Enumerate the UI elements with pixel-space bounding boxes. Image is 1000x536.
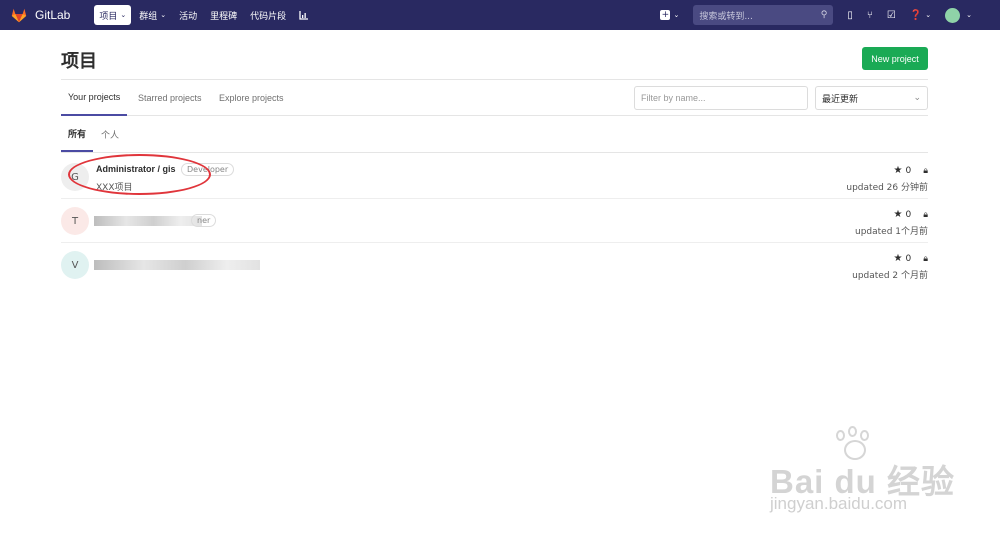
project-avatar: T bbox=[61, 207, 89, 235]
star-count: 0 bbox=[905, 165, 912, 176]
plus-square-icon: + bbox=[660, 10, 671, 20]
star-count: 0 bbox=[905, 209, 912, 220]
user-menu-button[interactable]: ⌄ bbox=[945, 0, 972, 30]
redacted-project-name bbox=[94, 216, 202, 226]
search-input[interactable]: 搜索或转到... ⚲ bbox=[693, 5, 834, 25]
search-icon: ⚲ bbox=[820, 10, 828, 20]
nav-snippets-label: 代码片段 bbox=[250, 11, 287, 22]
sort-label: 最近更新 bbox=[822, 94, 859, 105]
updated-time: updated 2 个月前 bbox=[852, 271, 928, 281]
nav-milestones-label: 里程碑 bbox=[210, 11, 238, 22]
project-stats: ★ 0 🔒︎ bbox=[894, 253, 929, 264]
brand-name: GitLab bbox=[35, 8, 71, 22]
project-row[interactable]: T ner ★ 0 🔒︎ updated 1个月前 bbox=[61, 199, 928, 243]
annotation-circle bbox=[68, 154, 211, 195]
role-badge: ner bbox=[191, 214, 217, 227]
watermark-url: jingyan.baidu.com bbox=[770, 494, 908, 513]
nav-snippets[interactable]: 代码片段 bbox=[245, 5, 291, 25]
tab-your-projects[interactable]: Your projects bbox=[61, 80, 128, 116]
chevron-down-icon: ⌄ bbox=[966, 11, 972, 19]
tab-personal[interactable]: 个人 bbox=[101, 116, 119, 152]
page-title: 项目 bbox=[61, 51, 97, 72]
projects-tabs: Your projects Starred projects Explore p… bbox=[61, 79, 928, 116]
nav-milestones[interactable]: 里程碑 bbox=[205, 5, 242, 25]
tab-starred-projects[interactable]: Starred projects bbox=[138, 80, 202, 116]
search-placeholder: 搜索或转到... bbox=[699, 11, 753, 22]
lock-icon: 🔒︎ bbox=[923, 209, 928, 220]
project-stats: ★ 0 🔒︎ bbox=[894, 209, 929, 220]
star-icon: ★ bbox=[893, 165, 903, 176]
chevron-down-icon: ⌄ bbox=[120, 11, 127, 19]
tab-explore-projects[interactable]: Explore projects bbox=[219, 80, 284, 116]
new-dropdown-button[interactable]: + ⌄ bbox=[660, 0, 679, 30]
chevron-down-icon: ⌄ bbox=[913, 93, 921, 103]
nav-projects[interactable]: 项目 ⌄ bbox=[94, 5, 132, 25]
star-icon: ★ bbox=[893, 253, 903, 264]
project-avatar: V bbox=[61, 251, 89, 279]
lock-icon: 🔒︎ bbox=[923, 253, 928, 264]
star-count: 0 bbox=[905, 253, 912, 264]
redacted-project-name bbox=[94, 260, 260, 270]
updated-time: updated 26 分钟前 bbox=[846, 183, 928, 193]
project-stats: ★ 0 🔒︎ bbox=[894, 165, 929, 176]
navbar-right: + ⌄ 搜索或转到... ⚲ ▯ ⑂ ☑ ❓ ⌄ ⌄ bbox=[660, 0, 1000, 30]
todos-icon[interactable]: ☑ bbox=[887, 0, 896, 30]
help-dropdown-button[interactable]: ❓ ⌄ bbox=[910, 0, 931, 30]
tanuki-icon bbox=[11, 8, 27, 23]
nav-projects-label: 项目 bbox=[99, 11, 118, 22]
chevron-down-icon: ⌄ bbox=[673, 11, 680, 19]
star-icon: ★ bbox=[893, 209, 903, 220]
help-icon: ❓ bbox=[909, 9, 923, 21]
lock-icon: 🔒︎ bbox=[923, 165, 928, 176]
chevron-down-icon: ⌄ bbox=[160, 11, 167, 19]
nav-activity[interactable]: 活动 bbox=[174, 5, 202, 25]
analytics-icon[interactable] bbox=[294, 5, 314, 25]
tab-all[interactable]: 所有 bbox=[61, 116, 94, 152]
updated-time: updated 1个月前 bbox=[854, 227, 928, 237]
baidu-watermark: Bai du 经验 jingyan.baidu.com bbox=[770, 426, 960, 520]
new-project-button[interactable]: New project bbox=[862, 47, 928, 70]
main-nav: 项目 ⌄ 群组 ⌄ 活动 里程碑 代码片段 bbox=[94, 5, 317, 25]
merge-requests-icon[interactable]: ⑂ bbox=[867, 0, 873, 30]
nav-groups-label: 群组 bbox=[139, 11, 158, 22]
nav-activity-label: 活动 bbox=[179, 11, 198, 22]
user-avatar bbox=[945, 7, 961, 23]
scope-tabs: 所有 个人 bbox=[61, 116, 928, 153]
project-row[interactable]: V ★ 0 🔒︎ updated 2 个月前 bbox=[61, 243, 928, 287]
filter-by-name-input[interactable]: Filter by name... bbox=[634, 86, 808, 110]
nav-groups[interactable]: 群组 ⌄ bbox=[134, 5, 171, 25]
sort-dropdown[interactable]: 最近更新 ⌄ bbox=[815, 86, 928, 110]
gitlab-logo[interactable]: GitLab bbox=[10, 6, 70, 24]
chevron-down-icon: ⌄ bbox=[925, 11, 932, 19]
issues-icon[interactable]: ▯ bbox=[847, 0, 853, 30]
top-navbar: GitLab 项目 ⌄ 群组 ⌄ 活动 里程碑 代码片段 + ⌄ 搜索或转到... ⚲… bbox=[0, 0, 1000, 30]
